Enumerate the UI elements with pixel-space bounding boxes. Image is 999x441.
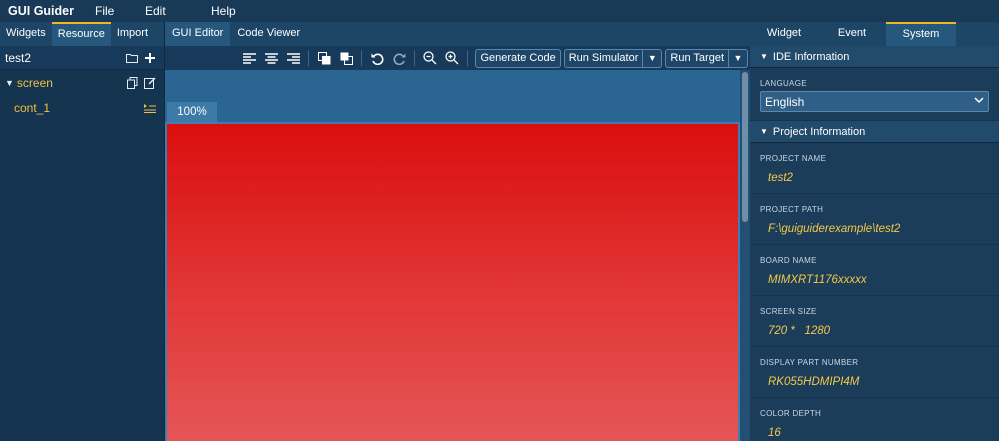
field-label: BOARD NAME bbox=[760, 256, 817, 265]
tree-item-cont-1[interactable]: cont_1 bbox=[0, 95, 164, 120]
run-target-dropdown[interactable]: ▼ bbox=[728, 48, 748, 68]
project-information-header[interactable]: ▼ Project Information bbox=[750, 121, 999, 143]
editor-tabs: GUI Editor Code Viewer bbox=[165, 22, 750, 46]
field-value: test2 bbox=[768, 172, 793, 184]
bring-front-icon[interactable] bbox=[313, 48, 335, 68]
language-label: LANGUAGE bbox=[760, 79, 807, 88]
ide-information-title: IDE Information bbox=[772, 50, 850, 63]
field-value: RK055HDMIPI4M bbox=[768, 376, 860, 388]
run-target-button[interactable]: Run Target bbox=[665, 48, 728, 68]
send-back-icon[interactable] bbox=[335, 48, 357, 68]
align-center-icon[interactable] bbox=[260, 48, 282, 68]
display-part-number-field: DISPLAY PART NUMBER RK055HDMIPI4M bbox=[750, 347, 999, 398]
field-value: 16 bbox=[768, 427, 781, 439]
run-simulator-button[interactable]: Run Simulator bbox=[563, 48, 643, 68]
zoom-level-tab[interactable]: 100% bbox=[167, 102, 217, 122]
menu-file[interactable]: File bbox=[95, 4, 145, 18]
tab-code-viewer[interactable]: Code Viewer bbox=[230, 22, 307, 46]
zoom-out-icon[interactable] bbox=[419, 48, 441, 68]
menu-edit[interactable]: Edit bbox=[145, 4, 175, 18]
tree-label-screen: screen bbox=[16, 75, 53, 90]
language-field: LANGUAGE English bbox=[750, 68, 999, 121]
field-value: 720 * 1280 bbox=[768, 325, 831, 337]
container-list-icon[interactable] bbox=[141, 99, 159, 117]
toolbar-divider bbox=[467, 50, 469, 66]
project-name-field: PROJECT NAME test2 bbox=[750, 143, 999, 194]
tab-widget[interactable]: Widget bbox=[750, 22, 818, 46]
copy-icon[interactable] bbox=[123, 74, 141, 92]
canvas-area[interactable]: 100% bbox=[165, 70, 750, 441]
zoom-in-icon[interactable] bbox=[441, 48, 463, 68]
caret-down-icon[interactable]: ▼ bbox=[5, 78, 14, 88]
tab-event[interactable]: Event bbox=[818, 22, 886, 46]
scrollbar-thumb[interactable] bbox=[742, 72, 748, 222]
tab-resource[interactable]: Resource bbox=[51, 22, 111, 46]
language-select[interactable]: English bbox=[760, 91, 989, 112]
run-simulator-split: Run Simulator ▼ bbox=[563, 48, 663, 68]
field-value: F:\guiguiderexample\test2 bbox=[768, 223, 901, 235]
app-title: GUI Guider bbox=[8, 4, 74, 18]
board-name-field: BOARD NAME MIMXRT1176xxxxx bbox=[750, 245, 999, 296]
tab-import[interactable]: Import bbox=[111, 22, 154, 46]
language-value: English bbox=[765, 94, 805, 109]
field-label: SCREEN SIZE bbox=[760, 307, 817, 316]
tab-gui-editor[interactable]: GUI Editor bbox=[165, 22, 231, 46]
field-value: MIMXRT1176xxxxx bbox=[768, 274, 867, 286]
run-target-split: Run Target ▼ bbox=[665, 48, 748, 68]
screen-size-field: SCREEN SIZE 720 * 1280 bbox=[750, 296, 999, 347]
project-information-title: Project Information bbox=[772, 125, 866, 138]
caret-down-icon: ▼ bbox=[760, 127, 768, 136]
field-label: PROJECT PATH bbox=[760, 205, 824, 214]
tab-widgets[interactable]: Widgets bbox=[0, 22, 52, 46]
editor-toolbar: Generate Code Run Simulator ▼ Run Target… bbox=[165, 46, 750, 70]
toolbar-divider bbox=[308, 50, 310, 66]
tree-label-cont-1: cont_1 bbox=[14, 100, 51, 115]
project-row: test2 bbox=[0, 46, 164, 70]
color-depth-field: COLOR DEPTH 16 bbox=[750, 398, 999, 441]
field-label: DISPLAY PART NUMBER bbox=[760, 358, 859, 367]
screen-preview[interactable] bbox=[165, 122, 740, 441]
left-panel: Widgets Resource Import test2 ▼ screen c… bbox=[0, 22, 165, 441]
gui-guider-window: GUI Guider File Edit Help Widgets Resour… bbox=[0, 0, 999, 441]
project-path-field: PROJECT PATH F:\guiguiderexample\test2 bbox=[750, 194, 999, 245]
vertical-scrollbar[interactable] bbox=[740, 70, 750, 441]
edit-icon[interactable] bbox=[141, 74, 159, 92]
menu-help[interactable]: Help bbox=[211, 4, 251, 18]
left-tabs: Widgets Resource Import bbox=[0, 22, 164, 46]
tab-system[interactable]: System bbox=[886, 22, 956, 46]
chevron-down-icon bbox=[974, 96, 984, 107]
run-simulator-dropdown[interactable]: ▼ bbox=[642, 48, 663, 68]
tree-item-screen[interactable]: ▼ screen bbox=[0, 70, 164, 95]
generate-code-button[interactable]: Generate Code bbox=[475, 48, 561, 68]
caret-down-icon: ▼ bbox=[647, 53, 657, 63]
add-icon[interactable] bbox=[141, 49, 159, 67]
folder-icon[interactable] bbox=[123, 49, 141, 67]
field-label: PROJECT NAME bbox=[760, 154, 827, 163]
right-tabs: Widget Event System bbox=[750, 22, 999, 46]
field-label: COLOR DEPTH bbox=[760, 409, 822, 418]
align-right-icon[interactable] bbox=[282, 48, 304, 68]
right-panel: Widget Event System ▼ IDE Information LA… bbox=[750, 22, 999, 441]
toolbar-divider bbox=[414, 50, 416, 66]
project-name: test2 bbox=[5, 50, 32, 65]
toolbar-divider bbox=[361, 50, 363, 66]
menu-bar: GUI Guider File Edit Help bbox=[0, 0, 999, 22]
caret-down-icon: ▼ bbox=[760, 52, 768, 61]
align-left-icon[interactable] bbox=[238, 48, 260, 68]
undo-icon[interactable] bbox=[366, 48, 388, 68]
redo-icon[interactable] bbox=[388, 48, 410, 68]
ide-information-header[interactable]: ▼ IDE Information bbox=[750, 46, 999, 68]
caret-down-icon: ▼ bbox=[733, 53, 743, 63]
